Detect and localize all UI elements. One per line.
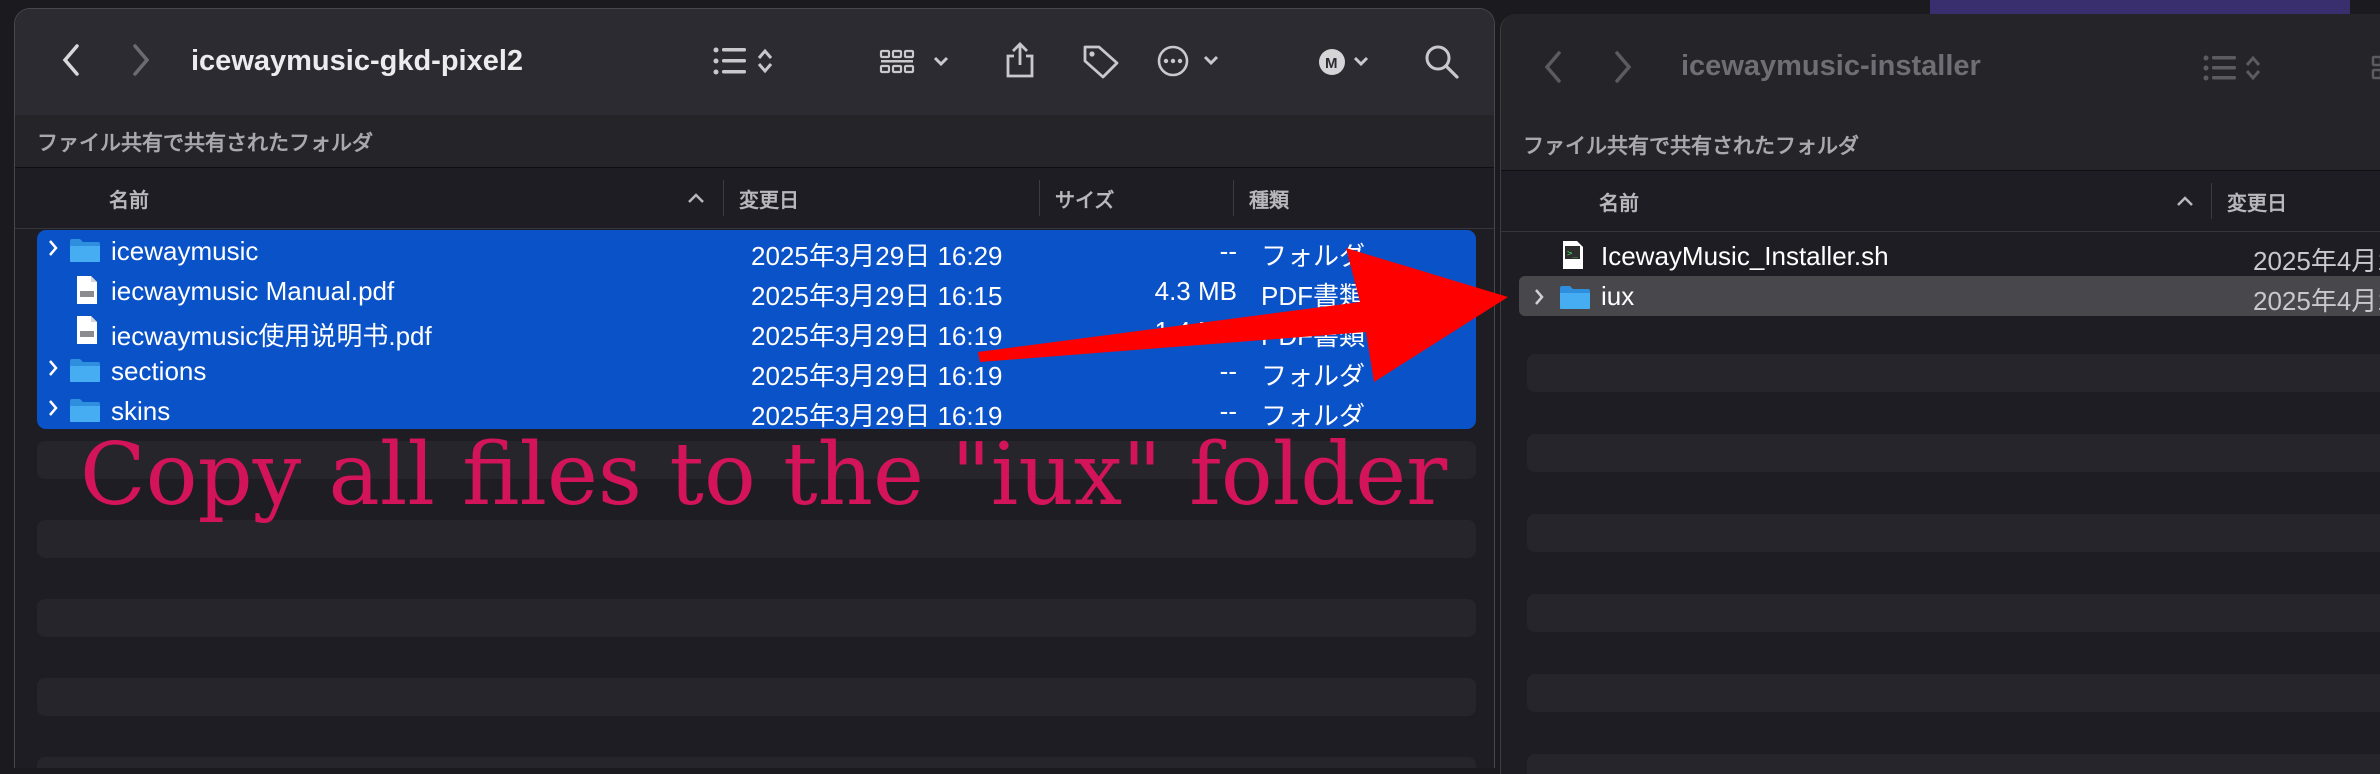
group-icon[interactable]: [879, 49, 955, 75]
chevron-right-icon[interactable]: [1533, 288, 1545, 306]
column-modified[interactable]: 変更日: [739, 184, 799, 213]
list-item-icewaymusic[interactable]: icewaymusic 2025年3月29日 16:29 -- フォルダ: [37, 231, 1476, 271]
folder-icon: [70, 359, 100, 382]
sort-up-icon: [688, 193, 704, 203]
chevron-right-icon[interactable]: [47, 239, 59, 257]
item-size: --: [1219, 396, 1237, 426]
item-name: icewaymusic: [111, 236, 259, 266]
folder-icon: [70, 239, 100, 262]
account-icon[interactable]: M: [1317, 47, 1397, 77]
path-label: ファイル共有で共有されたフォルダ: [1523, 135, 1859, 158]
tag-icon[interactable]: [1081, 43, 1121, 79]
chevron-right-icon[interactable]: [47, 399, 59, 417]
empty-row: [37, 757, 1476, 768]
item-date: 2025年4月1日: [2253, 246, 2380, 276]
item-size: --: [1219, 356, 1237, 386]
forward-icon[interactable]: [1613, 50, 1633, 84]
finder-window-source: icewaymusic-gkd-pixel2 M ファイル共有で共有されたフォル…: [14, 8, 1495, 768]
item-size: 1.4 MB: [1154, 316, 1237, 346]
column-separator: [2211, 183, 2212, 219]
more-actions-icon[interactable]: [1157, 45, 1227, 77]
list-item-sections[interactable]: sections 2025年3月29日 16:19 -- フォルダ: [37, 351, 1476, 391]
toolbar: icewaymusic-gkd-pixel2 M: [15, 9, 1494, 116]
column-kind[interactable]: 種類: [1249, 184, 1289, 213]
folder-icon: [70, 399, 100, 422]
search-icon[interactable]: [1423, 43, 1461, 81]
path-bar: ファイル共有で共有されたフォルダ: [1501, 118, 2380, 171]
item-size: 4.3 MB: [1154, 276, 1237, 306]
item-date: 2025年3月29日 16:29: [751, 241, 1003, 271]
item-name: skins: [111, 396, 171, 426]
item-kind: PDF書類: [1261, 321, 1366, 351]
empty-row: [37, 520, 1476, 558]
item-date: 2025年3月29日 16:15: [751, 281, 1003, 311]
list-item-manual-cn-pdf[interactable]: iecwaymusic使用说明书.pdf 2025年3月29日 16:19 1.…: [37, 311, 1476, 351]
list-view-icon[interactable]: [713, 46, 777, 76]
path-bar: ファイル共有で共有されたフォルダ: [15, 115, 1494, 168]
window-title: icewaymusic-gkd-pixel2: [191, 45, 524, 77]
empty-row: [37, 678, 1476, 716]
finder-window-installer: icewaymusic-installer ファイル共有で共有されたフォルダ 名…: [1500, 14, 2380, 774]
desktop-strip: [1930, 0, 2350, 14]
empty-row: [37, 599, 1476, 637]
item-date: 2025年3月29日 16:19: [751, 321, 1003, 351]
list-item[interactable]: >_ IcewayMusic_Installer.sh 2025年4月1日: [1527, 236, 2380, 276]
empty-row: [1527, 434, 2380, 472]
column-header: 名前 変更日: [1501, 171, 2380, 232]
column-separator: [1039, 180, 1040, 216]
path-label: ファイル共有で共有されたフォルダ: [37, 132, 373, 155]
folder-icon: [1560, 286, 1590, 309]
list-view-icon[interactable]: [2203, 54, 2263, 82]
item-name: iecwaymusic使用说明书.pdf: [111, 321, 432, 351]
item-name: IcewayMusic_Installer.sh: [1601, 241, 1889, 271]
item-kind: フォルダ: [1261, 241, 1366, 271]
svg-text:M: M: [1325, 55, 1338, 72]
empty-row: [1527, 514, 2380, 552]
item-date: 2025年4月1日: [2253, 286, 2380, 316]
grid-view-icon[interactable]: [2371, 54, 2380, 82]
shell-script-icon: >_: [1563, 241, 1583, 269]
list-item-manual-pdf[interactable]: iecwaymusic Manual.pdf 2025年3月29日 16:15 …: [37, 271, 1476, 311]
item-name: sections: [111, 356, 207, 386]
sort-up-icon: [2177, 196, 2193, 206]
window-title: icewaymusic-installer: [1681, 50, 1981, 82]
item-size: --: [1219, 236, 1237, 266]
column-name[interactable]: 名前: [1599, 187, 1639, 216]
item-date: 2025年3月29日 16:19: [751, 361, 1003, 391]
empty-row: [1527, 594, 2380, 632]
column-size[interactable]: サイズ: [1055, 184, 1114, 213]
column-separator: [1233, 180, 1234, 216]
pdf-document-icon: [77, 316, 97, 344]
toolbar: icewaymusic-installer: [1501, 14, 2380, 119]
column-name[interactable]: 名前: [109, 184, 149, 213]
empty-row: [1527, 674, 2380, 712]
back-icon[interactable]: [61, 43, 81, 77]
empty-row: [1527, 354, 2380, 392]
svg-text:>_: >_: [1567, 249, 1578, 259]
item-kind: フォルダ: [1261, 361, 1366, 391]
annotation-text: Copy all files to the "iux" folder: [80, 425, 1448, 525]
empty-row: [1527, 754, 2380, 774]
item-kind: PDF書類: [1261, 281, 1366, 311]
chevron-right-icon[interactable]: [47, 359, 59, 377]
item-name: iecwaymusic Manual.pdf: [111, 276, 395, 306]
share-icon[interactable]: [1003, 41, 1037, 79]
forward-icon[interactable]: [131, 43, 151, 77]
pdf-document-icon: [77, 276, 97, 304]
column-header: 名前 変更日 サイズ 種類: [15, 168, 1494, 229]
item-name: iux: [1601, 281, 1635, 311]
list-item-iux[interactable]: iux 2025年4月1日: [1519, 276, 2380, 316]
column-modified[interactable]: 変更日: [2227, 187, 2287, 216]
column-separator: [723, 180, 724, 216]
back-icon[interactable]: [1543, 50, 1563, 84]
